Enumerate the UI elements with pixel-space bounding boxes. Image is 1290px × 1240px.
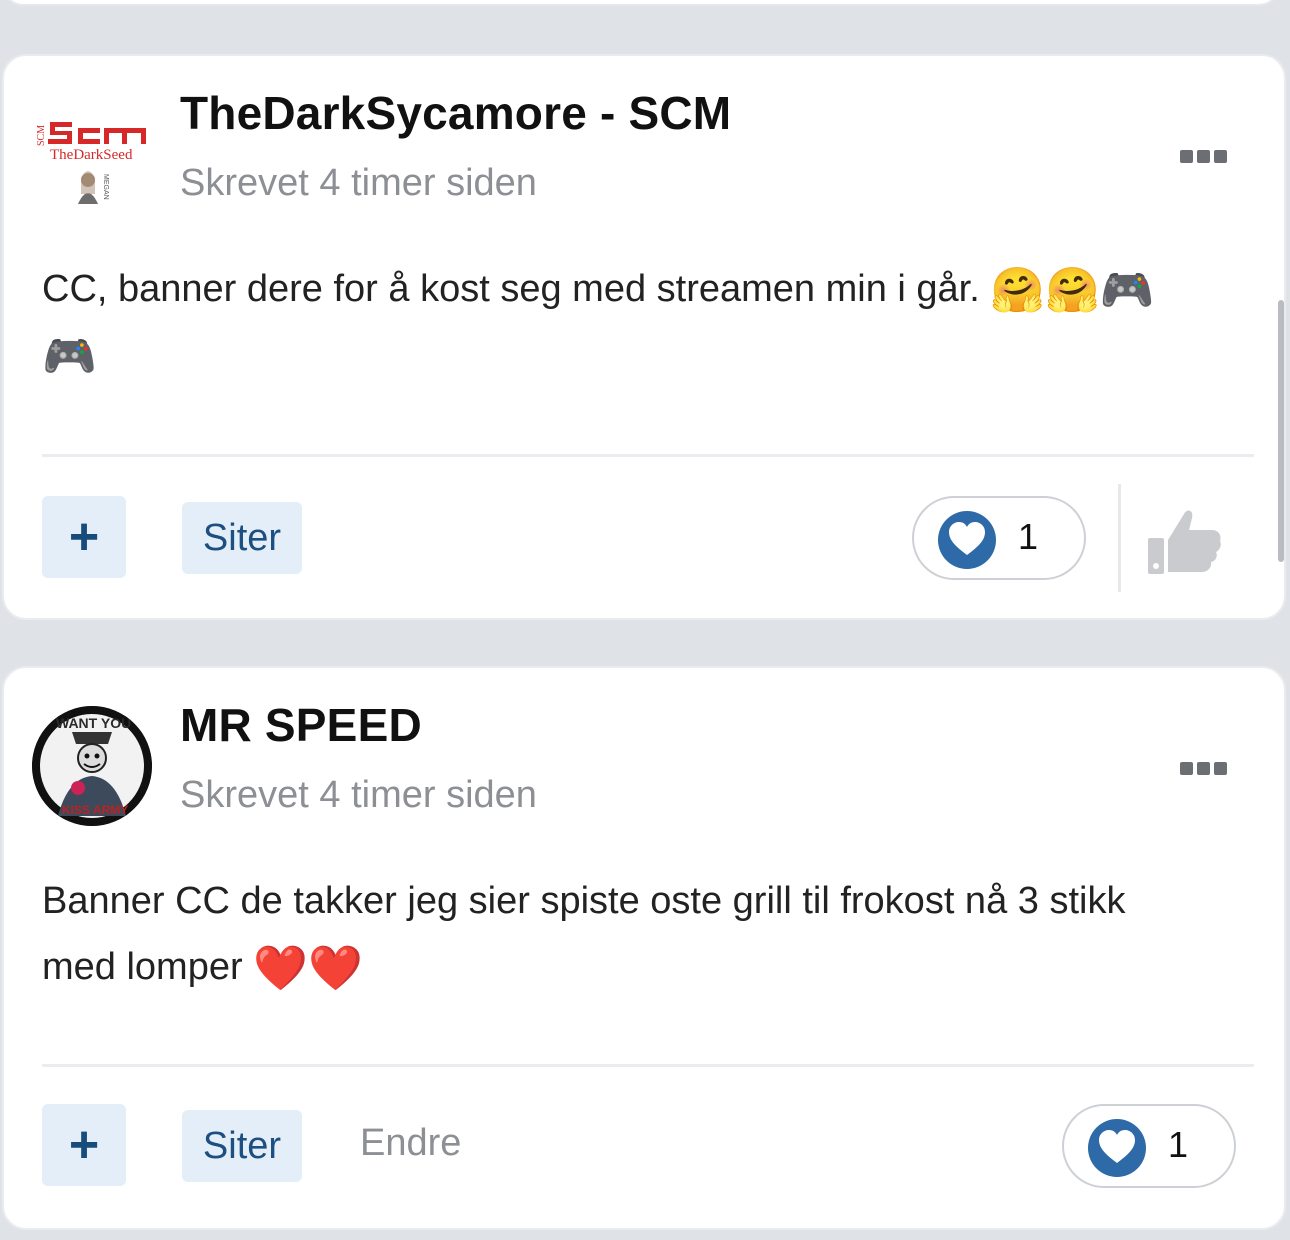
heart-icon [938,511,996,569]
heart-icon [1088,1119,1146,1177]
post-body-line: med lomper [42,946,243,988]
author-name[interactable]: TheDarkSycamore - SCM [180,86,731,140]
avatar-main-text: TheDarkSeed [50,147,133,163]
post-body-text: CC, banner dere for å kost seg med strea… [42,268,980,310]
avatar-small-text: MEGAN [102,174,109,200]
reaction-count: 1 [1168,1124,1189,1165]
post-card: SCM TheDarkSeed MEGAN TheDarkSycamore - … [2,54,1286,620]
author-avatar[interactable]: WANT YOU KISS ARMY [32,706,152,826]
thumbs-up-icon[interactable] [1144,500,1224,580]
more-icon[interactable] [1180,762,1228,776]
emoji-group: 🎮 [42,332,97,381]
avatar-side-text: SCM [36,125,47,146]
edit-link[interactable]: Endre [360,1122,461,1165]
divider [42,1064,1254,1067]
reaction-button[interactable]: 1 [912,496,1086,580]
post-body-line: Banner CC de takker jeg sier spiste oste… [42,880,1126,922]
post-timestamp: Skrevet 4 timer siden [180,774,537,816]
author-avatar[interactable]: SCM TheDarkSeed MEGAN [32,100,152,220]
plus-icon: + [68,508,100,566]
avatar-top-text: WANT YOU [56,715,131,731]
reaction-count: 1 [1018,516,1039,557]
reaction-button[interactable]: 1 [1062,1104,1236,1188]
quote-button[interactable]: Siter [182,502,302,574]
divider [1118,484,1121,592]
divider [42,454,1254,457]
post-timestamp: Skrevet 4 timer siden [180,162,537,204]
plus-button[interactable]: + [42,1104,126,1186]
post-body: Banner CC de takker jeg sier spiste oste… [42,868,1242,1000]
emoji-group: 🤗🤗🎮 [990,266,1155,315]
post-body: CC, banner dere for å kost seg med strea… [42,256,1242,388]
scrollbar[interactable] [1278,300,1284,562]
avatar-bottom-text: KISS ARMY [62,803,128,817]
more-icon[interactable] [1180,150,1228,164]
emoji-group: ❤️❤️ [253,944,363,993]
plus-icon: + [68,1116,100,1174]
quote-button[interactable]: Siter [182,1110,302,1182]
plus-button[interactable]: + [42,496,126,578]
previous-post-card-edge [0,0,1282,6]
author-name[interactable]: MR SPEED [180,698,422,752]
post-card: WANT YOU KISS ARMY MR SPEED Skrevet 4 ti… [2,666,1286,1230]
